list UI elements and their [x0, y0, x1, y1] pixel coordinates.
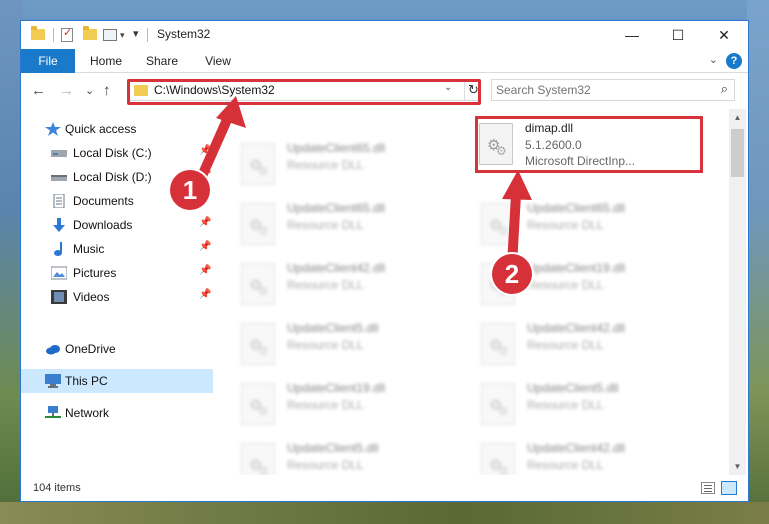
- step-badge-2: 2: [492, 254, 532, 294]
- annotation-arrows: [193, 96, 532, 270]
- step-badge-1: 1: [170, 170, 210, 210]
- arrow-2: [502, 170, 532, 270]
- arrow-1: [193, 96, 246, 190]
